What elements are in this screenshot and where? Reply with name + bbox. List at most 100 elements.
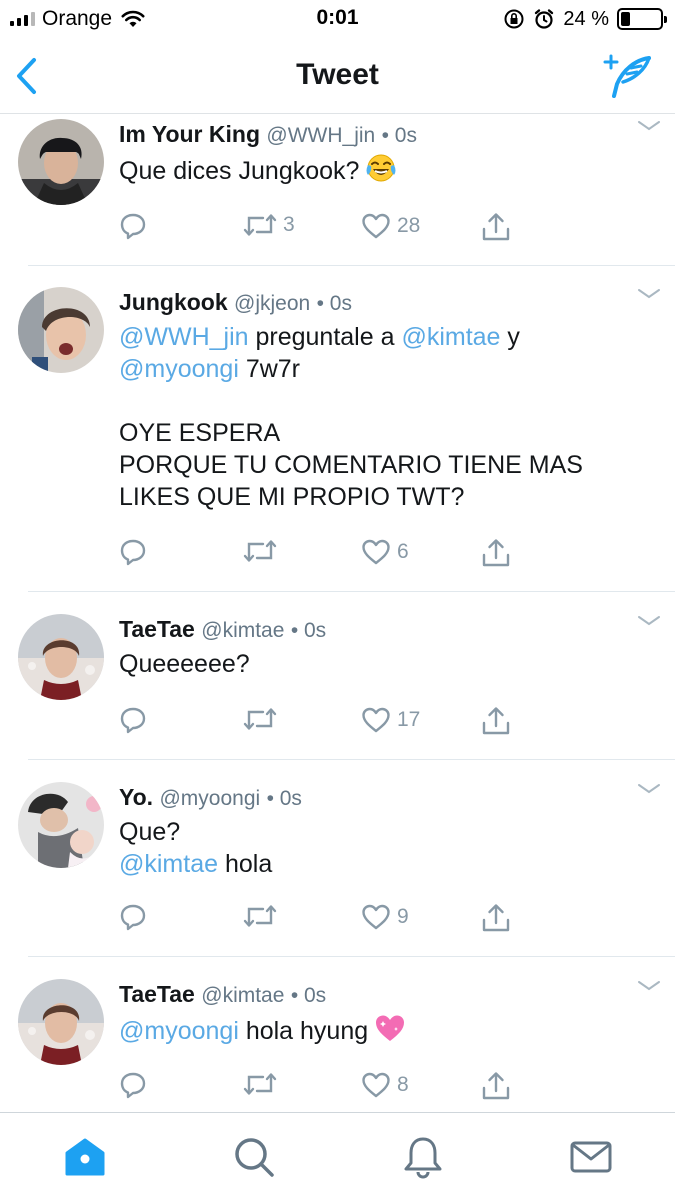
retweet-button[interactable] [243, 538, 283, 564]
tweet-divider [28, 591, 675, 592]
tweet-text: @myoongi hola hyung [119, 1013, 639, 1051]
share-button[interactable] [481, 212, 511, 242]
heart-icon [361, 706, 391, 734]
avatar[interactable] [18, 287, 104, 373]
heart-icon [361, 1071, 391, 1099]
author-handle[interactable]: @kimtae [201, 619, 284, 642]
like-button[interactable]: 17 [361, 706, 420, 734]
tweet-header: Jungkook @jkjeon • 0s [119, 287, 352, 319]
reply-button[interactable] [119, 212, 147, 240]
reply-icon [119, 538, 147, 566]
tweet-timestamp: • 0s [316, 292, 352, 315]
tweet-text-segment: 7w7r [238, 355, 301, 383]
share-button[interactable] [481, 903, 511, 933]
reply-icon [119, 706, 147, 734]
tweet-text-line: Que dices Jungkook? [119, 153, 639, 191]
mention-link[interactable]: @kimtae [119, 850, 218, 878]
reply-button[interactable] [119, 1071, 147, 1099]
retweet-button[interactable] [243, 706, 283, 732]
mention-link[interactable]: @myoongi [119, 1017, 239, 1045]
tweet-header: TaeTae @kimtae • 0s [119, 614, 326, 646]
chevron-down-icon[interactable] [637, 979, 661, 991]
retweet-icon [243, 706, 277, 732]
reply-button[interactable] [119, 538, 147, 566]
retweet-icon [243, 1071, 277, 1097]
retweet-count: 3 [283, 213, 295, 236]
tweet-text-line: Que? [119, 816, 639, 848]
share-button[interactable] [481, 538, 511, 568]
like-button[interactable]: 8 [361, 1071, 409, 1099]
home-icon[interactable] [63, 1135, 107, 1179]
heart-icon [361, 903, 391, 931]
reply-button[interactable] [119, 706, 147, 734]
share-icon [481, 538, 511, 568]
notifications-bell-icon[interactable] [401, 1135, 445, 1179]
tweet-text: Que dices Jungkook? [119, 153, 639, 191]
author-handle[interactable]: @kimtae [201, 984, 284, 1007]
status-right: 24 % [503, 6, 667, 32]
tweet-text-segment: hola [218, 850, 273, 878]
page-title: Tweet [296, 58, 379, 91]
compose-feather-icon[interactable] [601, 54, 651, 98]
tweet-text-segment: hola hyung [238, 1017, 369, 1045]
like-count: 8 [397, 1073, 409, 1096]
tweet-header: Yo. @myoongi • 0s [119, 782, 302, 814]
like-button[interactable]: 9 [361, 903, 409, 931]
author-handle[interactable]: @WWH_jin [266, 124, 375, 147]
messages-envelope-icon[interactable] [569, 1135, 613, 1179]
author-name[interactable]: TaeTae [119, 616, 195, 642]
reply-button[interactable] [119, 903, 147, 931]
tweet-actions: 17 [119, 706, 529, 740]
tweet-text-line: @kimtae hola [119, 848, 639, 880]
chevron-down-icon[interactable] [637, 287, 661, 299]
tweet-text: @WWH_jin preguntale a @kimtae y @myoongi … [119, 321, 639, 513]
share-button[interactable] [481, 706, 511, 736]
author-name[interactable]: Jungkook [119, 289, 228, 315]
reply-icon [119, 903, 147, 931]
tweet-timestamp: • 0s [266, 787, 302, 810]
tweet-text-line [119, 385, 639, 417]
retweet-icon [243, 903, 277, 929]
like-button[interactable]: 28 [361, 212, 420, 240]
avatar[interactable] [18, 979, 104, 1065]
mention-link[interactable]: @kimtae [401, 323, 500, 351]
retweet-button[interactable]: 3 [243, 212, 295, 238]
chevron-down-icon[interactable] [637, 614, 661, 626]
retweet-button[interactable] [243, 903, 283, 929]
like-count: 17 [397, 708, 421, 731]
avatar[interactable] [18, 119, 104, 205]
heart-icon [361, 538, 391, 566]
author-name[interactable]: Im Your King [119, 121, 260, 147]
mention-link[interactable]: @WWH_jin [119, 323, 249, 351]
avatar[interactable] [18, 782, 104, 868]
share-icon [481, 903, 511, 933]
mention-link[interactable]: @myoongi [119, 355, 239, 383]
share-button[interactable] [481, 1071, 511, 1101]
tweet-timestamp: • 0s [290, 619, 327, 642]
like-button[interactable]: 6 [361, 538, 409, 566]
author-handle[interactable]: @jkjeon [234, 292, 310, 315]
author-handle[interactable]: @myoongi [159, 787, 260, 810]
tweet-text-segment: y [500, 323, 520, 351]
tweet-text-segment: Que? [119, 818, 181, 846]
tweet-text-segment: OYE ESPERA [119, 419, 281, 447]
tab-bar [0, 1112, 675, 1200]
author-name[interactable]: Yo. [119, 784, 153, 810]
chevron-down-icon[interactable] [637, 119, 661, 131]
avatar[interactable] [18, 614, 104, 700]
status-bar: Orange 0:01 24 % [0, 0, 675, 40]
retweet-button[interactable] [243, 1071, 283, 1097]
search-icon[interactable] [232, 1135, 276, 1179]
tweet-actions: 8 [119, 1071, 529, 1105]
chevron-down-icon[interactable] [637, 782, 661, 794]
rotation-lock-icon [504, 9, 524, 29]
tweet-header: Im Your King @WWH_jin • 0s [119, 119, 417, 151]
tweet-divider [28, 956, 675, 957]
battery-percent: 24 % [563, 7, 609, 30]
tweet-text-line: @myoongi hola hyung [119, 1013, 639, 1051]
author-name[interactable]: TaeTae [119, 981, 195, 1007]
tweet-text-line: OYE ESPERA [119, 417, 639, 449]
share-icon [481, 706, 511, 736]
retweet-icon [243, 212, 277, 238]
sparkling-heart-emoji-icon [374, 1013, 406, 1051]
